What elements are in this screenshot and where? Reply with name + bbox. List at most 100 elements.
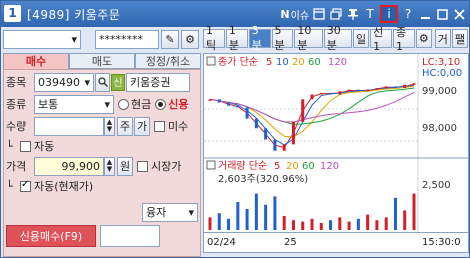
tf-close1[interactable]: 종1: [393, 26, 415, 53]
ma-line-5: [209, 83, 415, 149]
volume-readout: 2,603주(320.96%): [218, 174, 308, 185]
branch-mark: └: [6, 179, 13, 193]
volume-bar: [366, 214, 370, 230]
tab-sell[interactable]: 매도: [69, 53, 135, 69]
volume-bar: [264, 204, 268, 230]
volume-bar: [375, 220, 379, 230]
notice-button[interactable]: N 이슈: [280, 5, 309, 23]
password-field[interactable]: ********: [95, 29, 159, 49]
price-candle: [356, 89, 360, 92]
volume-bar: [208, 217, 212, 230]
price-candle: [254, 118, 258, 129]
unfilled-checkbox[interactable]: [154, 120, 165, 132]
layout-icon[interactable]: [312, 5, 326, 23]
chevron-down-icon: ▾: [188, 205, 194, 219]
legend-price: 종가 단순: [218, 56, 258, 68]
volume-bar: [347, 221, 351, 230]
qty-input[interactable]: [34, 116, 104, 136]
code-row: 종목 039490 ▾ 신 키움증권: [6, 72, 190, 92]
timeframe-bar: 1틱 1분 3분 5분 10분 30분 일 선1 종1 ⚙ 거 팰: [203, 24, 469, 53]
order-tabs: 매수 매도 정정/취소: [3, 53, 201, 69]
y-tick-99000: 99,000: [422, 86, 457, 97]
gear-icon[interactable]: ⚙: [415, 29, 432, 48]
tab-buy[interactable]: 매수: [3, 53, 69, 69]
credit-buy-button[interactable]: 신용매수(F9): [6, 225, 96, 247]
ma-line-20: [209, 85, 415, 138]
tf-30min[interactable]: 30분: [323, 24, 353, 52]
auto-price-row: └ 자동(현재가): [6, 176, 93, 196]
tf-day[interactable]: 일: [353, 29, 370, 48]
chart-area[interactable]: 종가 단순 5 10 20 60 120 LC:3,10 HC:0,00 99,…: [203, 53, 469, 233]
cash-radio[interactable]: [118, 98, 129, 110]
market-price-checkbox[interactable]: [137, 160, 148, 172]
credit-radio[interactable]: [155, 98, 167, 110]
auto-qty-checkbox[interactable]: [20, 140, 31, 152]
tf-1min[interactable]: 1분: [225, 24, 248, 52]
price-candle: [384, 86, 388, 89]
price-candle: [347, 89, 351, 92]
credit-badge: 신: [111, 73, 125, 91]
volume-bar: [356, 218, 360, 230]
code-input[interactable]: 039490 ▾: [34, 72, 94, 92]
volume-bar: [393, 197, 397, 230]
qty-ga-button[interactable]: 가: [134, 116, 150, 136]
price-candle: [393, 86, 397, 89]
price-stepper[interactable]: ▲ ▼: [104, 156, 115, 176]
info-icon[interactable]: i: [380, 5, 398, 23]
market-price-label: 시장가: [151, 160, 182, 173]
type-row: 종류 보통 ▾ 현금 신용: [6, 94, 189, 114]
volume-bar: [227, 218, 231, 230]
edit-icon[interactable]: ✎: [161, 29, 179, 49]
volume-ma-60: 60: [302, 161, 315, 172]
tf-10min[interactable]: 10분: [294, 24, 323, 52]
qty-stepper[interactable]: ▲ ▼: [104, 116, 115, 136]
tool-palette-button[interactable]: 팰: [451, 29, 468, 48]
loan-value: 융자: [146, 206, 167, 219]
pin-icon[interactable]: [346, 5, 360, 23]
price-candle: [403, 84, 407, 89]
price-candle: [338, 91, 342, 95]
minimize-icon[interactable]: [418, 5, 432, 23]
tf-5min[interactable]: 5분: [271, 24, 294, 52]
tf-line1[interactable]: 선1: [370, 26, 392, 53]
text-icon[interactable]: T: [363, 5, 377, 23]
account-select[interactable]: ▾: [3, 29, 81, 49]
tab-modify-cancel[interactable]: 정정/취소: [135, 53, 201, 69]
price-unit-button[interactable]: 원: [117, 156, 133, 176]
help-icon[interactable]: ?: [401, 5, 415, 23]
gear-icon[interactable]: ⚙: [181, 29, 199, 49]
copy-icon[interactable]: [329, 5, 343, 23]
volume-ma-20: 20: [286, 161, 299, 172]
volume-bar: [291, 220, 295, 230]
qty-row: 수량 ▲ ▼ 주 가 미수: [6, 116, 188, 136]
chevron-down-icon: ▾: [84, 75, 90, 89]
type-select[interactable]: 보통 ▾: [34, 94, 114, 114]
x-label-day: 25: [284, 237, 297, 248]
legend-ma-5: 5: [266, 57, 272, 68]
x-axis: 02/24 25 15:30:0: [203, 233, 469, 253]
price-candle: [319, 92, 323, 95]
close-icon[interactable]: [452, 5, 466, 23]
price-candle: [264, 128, 268, 140]
price-input[interactable]: 99,900: [34, 156, 104, 176]
loan-select[interactable]: 융자 ▾: [142, 202, 198, 222]
chart-marks: [204, 83, 418, 230]
auto-current-checkbox[interactable]: [20, 179, 31, 192]
volume-bar: [412, 193, 416, 230]
qty-week-button[interactable]: 주: [117, 116, 133, 136]
legend-ma-60: 60: [308, 57, 321, 68]
volume-bar: [301, 221, 305, 230]
account-row: ▾ ******** ✎ ⚙: [3, 29, 199, 49]
chart-panel: 1틱 1분 3분 5분 10분 30분 일 선1 종1 ⚙ 거 팰 종가 단순 …: [203, 24, 469, 257]
volume-title: 거래량 단순: [218, 160, 267, 172]
volume-bar: [329, 220, 333, 230]
tf-3min[interactable]: 3분: [248, 24, 271, 52]
search-icon[interactable]: [95, 72, 110, 92]
chevron-down-icon: ▾: [71, 32, 77, 46]
tool-volume-button[interactable]: 거: [434, 29, 451, 48]
code-label: 종목: [6, 76, 27, 89]
submit-extra-field[interactable]: [100, 225, 160, 247]
ma-line-10: [209, 84, 415, 146]
maximize-icon[interactable]: [435, 5, 449, 23]
tf-1tick[interactable]: 1틱: [203, 24, 225, 52]
